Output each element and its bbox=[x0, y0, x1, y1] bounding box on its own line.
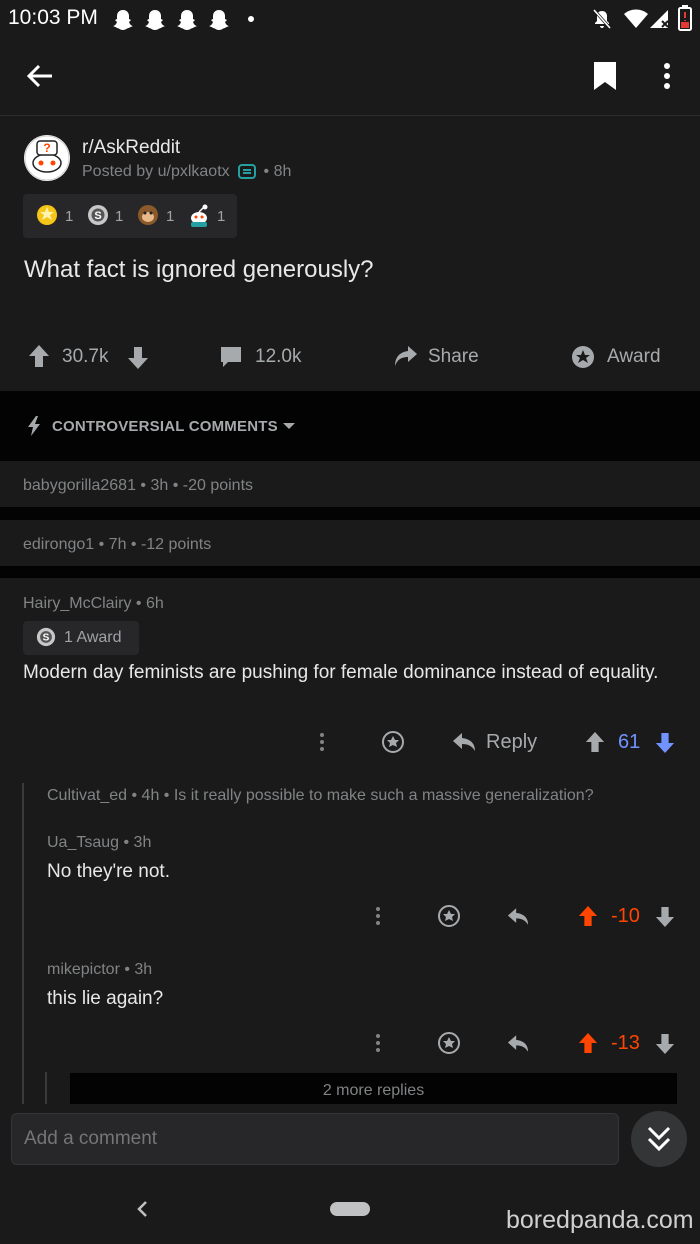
comment-divider bbox=[0, 507, 700, 520]
lightning-bolt-icon bbox=[28, 416, 40, 436]
nav-back-icon[interactable] bbox=[136, 1200, 148, 1218]
nav-home-pill[interactable] bbox=[330, 1202, 370, 1216]
askreddit-snoo-icon: ? bbox=[24, 135, 70, 181]
notifications-muted-icon bbox=[592, 9, 612, 29]
sort-label[interactable]: CONTROVERSIAL COMMENTS bbox=[52, 418, 278, 435]
chevron-down-icon[interactable] bbox=[282, 422, 296, 430]
more-notifications-dot bbox=[248, 16, 254, 22]
award-count: 1 bbox=[217, 208, 226, 225]
comment-body: Modern day feminists are pushing for fem… bbox=[23, 662, 659, 683]
share-button[interactable]: Share bbox=[428, 346, 479, 368]
comment-body: this lie again? bbox=[47, 988, 164, 1009]
post-score: 30.7k bbox=[62, 346, 109, 367]
downvote-arrow-icon[interactable] bbox=[655, 732, 675, 754]
watermark: boredpanda.com bbox=[506, 1206, 694, 1234]
downvote-arrow-icon[interactable] bbox=[655, 1033, 675, 1055]
reply-arrow-icon[interactable] bbox=[507, 1034, 529, 1053]
reply-arrow-icon[interactable] bbox=[507, 907, 529, 926]
more-replies-link[interactable]: 2 more replies bbox=[70, 1082, 677, 1100]
upvote-arrow-icon[interactable] bbox=[578, 1032, 598, 1054]
comment-bubble-icon[interactable] bbox=[219, 345, 243, 369]
snoo-award-icon bbox=[191, 204, 208, 227]
comment-author[interactable]: Hairy_McClairy • 6h bbox=[23, 595, 164, 613]
downvote-arrow-icon[interactable] bbox=[127, 346, 149, 370]
award-chip-label: 1 Award bbox=[64, 629, 122, 646]
snapchat-notification-icon bbox=[177, 10, 197, 30]
add-comment-input[interactable] bbox=[11, 1113, 619, 1165]
thread-line[interactable] bbox=[45, 1072, 47, 1104]
upvote-arrow-icon[interactable] bbox=[578, 905, 598, 927]
svg-text:S: S bbox=[43, 633, 50, 644]
downvote-arrow-icon[interactable] bbox=[655, 906, 675, 928]
collapsed-reply[interactable]: Cultivat_ed • 4h • Is it really possible… bbox=[47, 787, 594, 805]
status-time: 10:03 PM bbox=[8, 6, 98, 29]
battery-low-icon bbox=[678, 5, 692, 31]
award-icon[interactable] bbox=[571, 345, 595, 369]
snapchat-notification-icon bbox=[209, 10, 229, 30]
collapsed-comment-text[interactable]: edirongo1 • 7h • -12 points bbox=[23, 536, 211, 554]
award-count: 1 bbox=[65, 208, 74, 225]
comment-divider bbox=[0, 566, 700, 578]
comment-more-icon[interactable] bbox=[374, 1033, 382, 1053]
award-count: 1 bbox=[166, 208, 175, 225]
back-arrow-icon[interactable] bbox=[26, 62, 54, 90]
comment-score: -10 bbox=[611, 905, 640, 927]
snapchat-notification-icon bbox=[145, 10, 165, 30]
comment-more-icon[interactable] bbox=[374, 906, 382, 926]
comment-score: -13 bbox=[611, 1032, 640, 1054]
silver-award-icon: S bbox=[88, 205, 108, 225]
premium-badge-icon bbox=[238, 164, 257, 179]
comment-score: 61 bbox=[618, 731, 641, 753]
award-count: 1 bbox=[115, 208, 124, 225]
upvote-arrow-icon[interactable] bbox=[585, 731, 605, 753]
double-chevron-down-icon bbox=[647, 1126, 671, 1152]
signal-icon bbox=[650, 10, 669, 28]
subreddit-name[interactable]: r/AskReddit bbox=[82, 137, 180, 159]
monkey-award-icon bbox=[138, 205, 158, 225]
subreddit-avatar[interactable]: ? bbox=[24, 135, 70, 181]
snapchat-notification-icon bbox=[113, 10, 133, 30]
starstruck-award-icon bbox=[37, 205, 57, 225]
post-title[interactable]: What fact is ignored generously? bbox=[24, 256, 374, 284]
award-button[interactable]: Award bbox=[607, 346, 661, 368]
wifi-icon bbox=[624, 9, 648, 28]
post-author[interactable]: Posted by u/pxlkaotx bbox=[82, 163, 230, 180]
jump-to-next-comment-button[interactable] bbox=[631, 1111, 687, 1167]
overflow-menu-icon[interactable] bbox=[662, 62, 672, 90]
award-icon[interactable] bbox=[437, 904, 461, 928]
award-icon[interactable] bbox=[381, 730, 405, 754]
silver-award-icon: S bbox=[36, 627, 56, 647]
thread-line[interactable] bbox=[22, 783, 24, 1104]
post-meta: Posted by u/pxlkaotx • 8h bbox=[82, 163, 291, 181]
upvote-arrow-icon[interactable] bbox=[28, 344, 50, 368]
share-arrow-icon[interactable] bbox=[394, 345, 418, 367]
save-bookmark-icon[interactable] bbox=[593, 61, 617, 91]
svg-text:S: S bbox=[94, 210, 101, 222]
comment-more-icon[interactable] bbox=[318, 732, 326, 752]
award-icon[interactable] bbox=[437, 1031, 461, 1055]
svg-text:?: ? bbox=[43, 141, 50, 155]
reply-button[interactable]: Reply bbox=[486, 731, 537, 754]
comment-author[interactable]: mikepictor • 3h bbox=[47, 961, 152, 979]
comment-body: No they're not. bbox=[47, 861, 170, 882]
post-age: • 8h bbox=[263, 163, 292, 180]
post-comment-count[interactable]: 12.0k bbox=[255, 346, 301, 368]
collapsed-comment-text[interactable]: babygorilla2681 • 3h • -20 points bbox=[23, 477, 253, 495]
comment-author[interactable]: Ua_Tsaug • 3h bbox=[47, 834, 151, 852]
reply-arrow-icon[interactable] bbox=[452, 732, 476, 752]
